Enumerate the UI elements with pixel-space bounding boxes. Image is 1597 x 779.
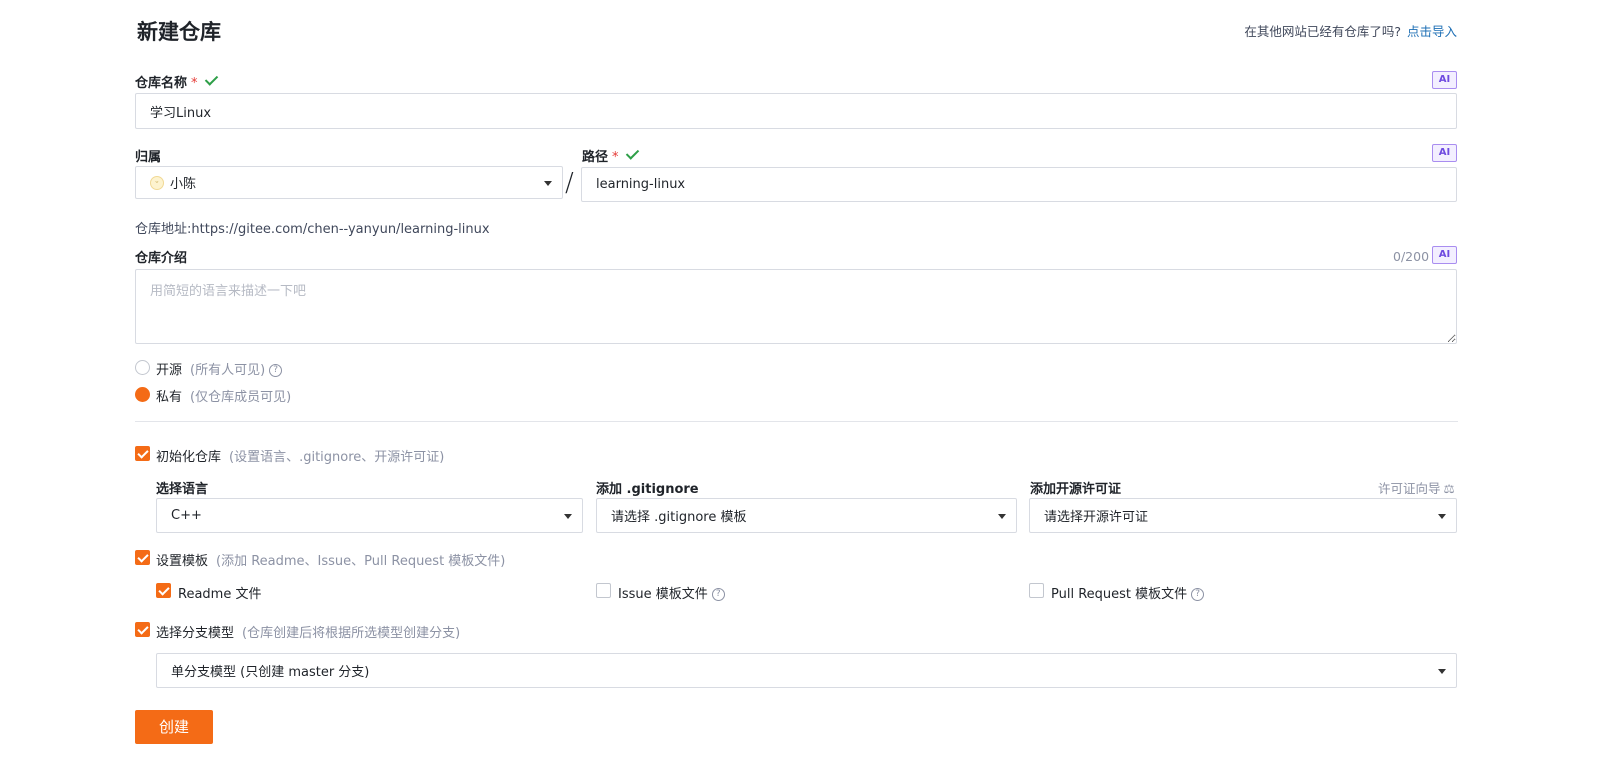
pr-option[interactable]: Pull Request 模板文件? — [1051, 583, 1205, 602]
issue-option[interactable]: Issue 模板文件? — [618, 583, 725, 602]
description-counter: 0/200 — [1393, 249, 1430, 264]
import-hint: 在其他网站已经有仓库了吗? 点击导入 — [1244, 21, 1457, 40]
private-radio[interactable] — [135, 387, 150, 402]
init-repo-hint: (设置语言、.gitignore、开源许可证) — [229, 450, 445, 465]
page-title: 新建仓库 — [137, 20, 221, 44]
help-icon[interactable]: ? — [269, 364, 283, 377]
license-guide-link[interactable]: 许可证向导 ⚖ — [1378, 478, 1455, 497]
chevron-down-icon — [1438, 513, 1446, 519]
public-hint: (所有人可见) — [190, 363, 266, 378]
description-label: 仓库介绍 — [135, 251, 188, 266]
path-separator: / — [565, 168, 574, 198]
license-label: 添加开源许可证 — [1030, 482, 1122, 497]
description-textarea[interactable] — [135, 269, 1457, 344]
private-option[interactable]: 私有 (仅仓库成员可见) — [156, 386, 291, 405]
language-value: C++ — [171, 508, 202, 523]
public-label: 开源 — [156, 363, 183, 378]
ai-button-path[interactable]: AI — [1432, 144, 1457, 162]
license-value: 请选择开源许可证 — [1044, 510, 1149, 525]
required-mark: * — [612, 150, 619, 165]
public-radio[interactable] — [135, 360, 150, 375]
required-mark: * — [191, 76, 198, 91]
repo-name-label-text: 仓库名称 — [135, 76, 188, 91]
public-option[interactable]: 开源 (所有人可见)? — [156, 359, 283, 378]
ai-button-description[interactable]: AI — [1432, 246, 1457, 264]
gitignore-value: 请选择 .gitignore 模板 — [611, 510, 747, 525]
divider — [135, 421, 1458, 422]
templates-option[interactable]: 设置模板 (添加 Readme、Issue、Pull Request 模板文件) — [156, 550, 505, 569]
readme-checkbox[interactable] — [156, 583, 171, 598]
check-icon — [204, 72, 218, 86]
init-repo-option[interactable]: 初始化仓库 (设置语言、.gitignore、开源许可证) — [156, 446, 444, 465]
import-link[interactable]: 点击导入 — [1407, 24, 1457, 39]
avatar: ᵕ — [150, 175, 164, 190]
license-select[interactable]: 请选择开源许可证 — [1029, 498, 1457, 533]
check-icon — [625, 146, 639, 160]
path-label: 路径 * — [582, 146, 639, 165]
owner-label: 归属 — [135, 150, 162, 165]
templates-hint: (添加 Readme、Issue、Pull Request 模板文件) — [216, 554, 506, 569]
repo-name-label: 仓库名称 * — [135, 72, 218, 91]
branch-model-checkbox[interactable] — [135, 622, 150, 637]
help-icon[interactable]: ? — [1191, 588, 1205, 601]
chevron-down-icon — [1438, 668, 1446, 674]
pr-checkbox[interactable] — [1029, 583, 1044, 598]
readme-label[interactable]: Readme 文件 — [178, 583, 261, 602]
pr-label: Pull Request 模板文件 — [1051, 587, 1188, 602]
branch-model-option[interactable]: 选择分支模型 (仓库创建后将根据所选模型创建分支) — [156, 622, 460, 641]
branch-model-select[interactable]: 单分支模型 (只创建 master 分支) — [156, 653, 1457, 688]
private-hint: (仅仓库成员可见) — [190, 390, 292, 405]
owner-select[interactable]: ᵕ 小陈 — [135, 166, 563, 199]
owner-value: 小陈 — [170, 177, 197, 192]
repo-name-input[interactable]: 学习Linux — [135, 93, 1457, 129]
import-hint-text: 在其他网站已经有仓库了吗? — [1244, 24, 1401, 39]
templates-label: 设置模板 — [156, 554, 209, 569]
create-button[interactable]: 创建 — [135, 710, 213, 744]
chevron-down-icon — [544, 180, 552, 186]
ai-button-repo-name[interactable]: AI — [1432, 71, 1457, 89]
scale-icon: ⚖ — [1443, 481, 1455, 496]
templates-checkbox[interactable] — [135, 550, 150, 565]
branch-model-hint: (仓库创建后将根据所选模型创建分支) — [242, 626, 461, 641]
path-input[interactable]: learning-linux — [581, 167, 1457, 202]
repo-url: 仓库地址:https://gitee.com/chen--yanyun/lear… — [135, 222, 490, 237]
branch-model-label: 选择分支模型 — [156, 626, 235, 641]
issue-checkbox[interactable] — [596, 583, 611, 598]
language-select[interactable]: C++ — [156, 498, 583, 533]
branch-model-value: 单分支模型 (只创建 master 分支) — [171, 665, 370, 680]
issue-label: Issue 模板文件 — [618, 587, 708, 602]
chevron-down-icon — [564, 513, 572, 519]
gitignore-select[interactable]: 请选择 .gitignore 模板 — [596, 498, 1017, 533]
private-label: 私有 — [156, 390, 183, 405]
help-icon[interactable]: ? — [711, 588, 725, 601]
language-label: 选择语言 — [156, 482, 209, 497]
gitignore-label: 添加 .gitignore — [596, 482, 699, 497]
license-guide-text: 许可证向导 — [1378, 481, 1441, 496]
init-repo-checkbox[interactable] — [135, 446, 150, 461]
path-label-text: 路径 — [582, 150, 609, 165]
init-repo-label: 初始化仓库 — [156, 450, 222, 465]
chevron-down-icon — [998, 513, 1006, 519]
